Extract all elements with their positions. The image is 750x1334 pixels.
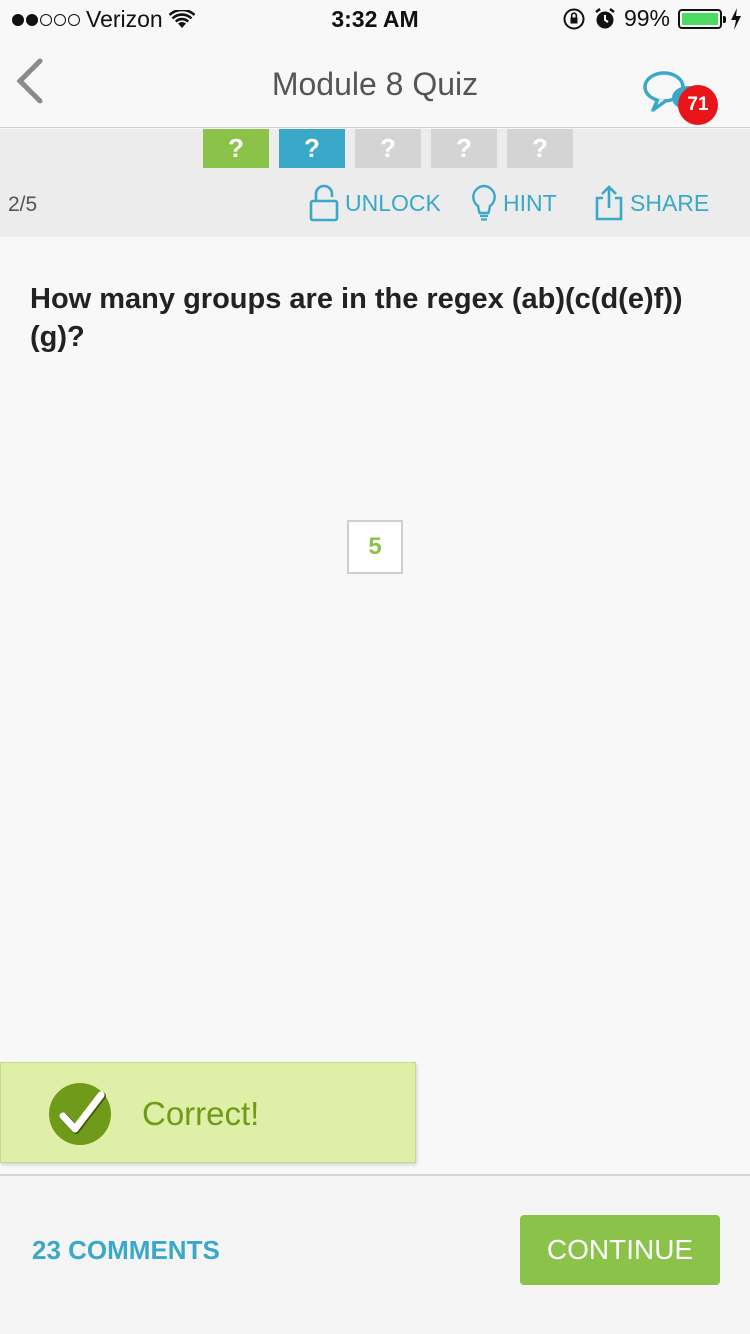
lock-icon (309, 184, 339, 222)
continue-button[interactable]: CONTINUE (520, 1215, 720, 1285)
lightbulb-icon (472, 184, 496, 221)
question-steps: ? ? ? ? ? (203, 129, 573, 168)
step-4[interactable]: ? (431, 129, 497, 168)
quiz-progress-area: ? ? ? ? ? 2/5 UNLOCK HINT SHARE (0, 129, 750, 237)
correct-message: Correct! (142, 1095, 260, 1132)
lock-rotation-icon (563, 8, 585, 29)
battery-percent: 99% (623, 5, 670, 31)
battery-icon (678, 8, 726, 29)
unlock-label: UNLOCK (345, 189, 441, 216)
battery-level-fill (682, 12, 718, 25)
alarm-icon (595, 7, 615, 28)
share-button[interactable]: SHARE (594, 184, 709, 222)
step-3[interactable]: ? (355, 129, 421, 168)
status-right: 99% (562, 5, 742, 32)
navigation-bar: Module 8 Quiz 71 (0, 40, 750, 128)
unlock-button[interactable]: UNLOCK (309, 184, 441, 222)
charging-bolt-icon (731, 7, 741, 30)
step-2[interactable]: ? (279, 129, 345, 168)
comments-link[interactable]: 23 COMMENTS (32, 1235, 220, 1266)
step-5[interactable]: ? (507, 129, 573, 168)
footer-bar: 23 COMMENTS CONTINUE (0, 1174, 750, 1334)
correct-feedback-banner: Correct! (0, 1062, 416, 1163)
status-bar: Verizon 3:32 AM 99% (0, 0, 750, 40)
hint-label: HINT (503, 189, 557, 216)
step-1[interactable]: ? (203, 129, 269, 168)
share-icon (595, 185, 623, 221)
page-title: Module 8 Quiz (271, 66, 479, 102)
question-text: How many groups are in the regex (ab)(c(… (30, 283, 683, 353)
notification-badge: 71 (678, 85, 718, 125)
hint-button[interactable]: HINT (471, 184, 557, 222)
share-label: SHARE (630, 189, 710, 216)
answer-field[interactable]: 5 (347, 520, 403, 574)
question-counter: 2/5 (8, 193, 38, 216)
checkmark-icon (49, 1083, 111, 1145)
